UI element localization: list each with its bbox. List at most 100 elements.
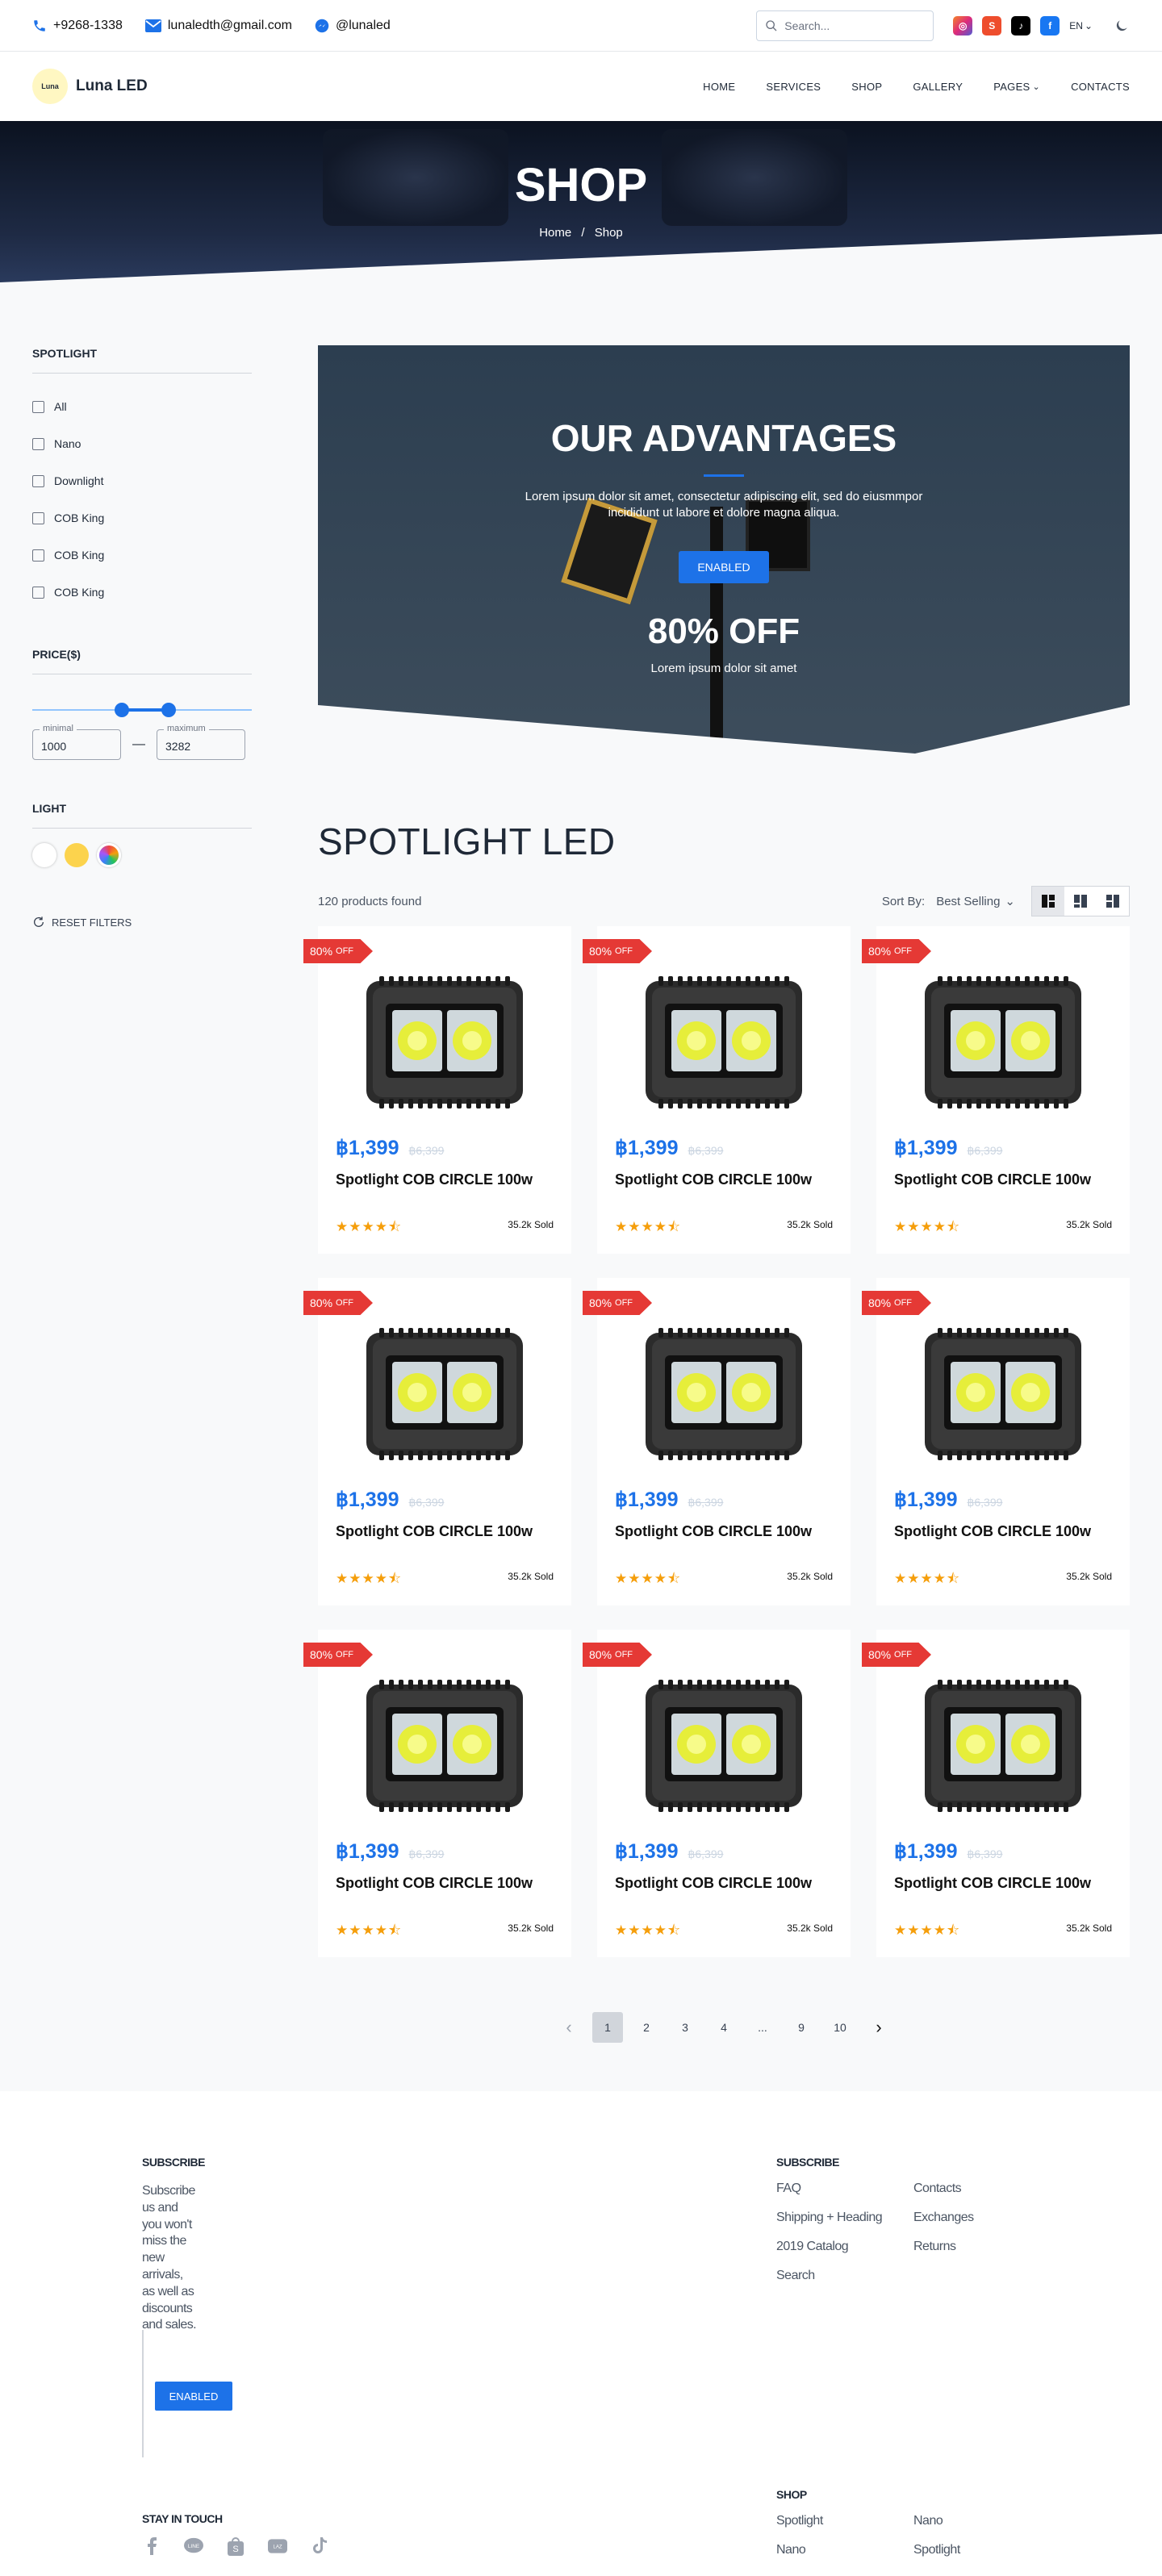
nav-item-contacts[interactable]: CONTACTS [1071, 81, 1130, 93]
footer-link[interactable]: FAQ [776, 2181, 913, 2196]
product-name[interactable]: Spotlight COB CIRCLE 100w [336, 1523, 533, 1540]
promo-divider [704, 474, 744, 477]
nav-item-shop[interactable]: SHOP [851, 81, 882, 93]
product-image[interactable] [362, 973, 528, 1112]
sort-select[interactable]: Best Selling ⌄ [936, 894, 1015, 909]
slider-max-handle[interactable] [161, 703, 176, 717]
product-name[interactable]: Spotlight COB CIRCLE 100w [615, 1875, 812, 1892]
footer-shop-link[interactable]: Nano [913, 2514, 986, 2528]
nav-item-services[interactable]: SERVICES [766, 81, 821, 93]
category-checkbox[interactable]: All [32, 388, 252, 425]
instagram-icon[interactable]: ◎ [953, 15, 973, 35]
dark-mode-icon[interactable] [1114, 18, 1130, 34]
checkbox[interactable] [32, 474, 44, 487]
language-select[interactable]: EN ⌄ [1069, 20, 1093, 31]
footer-link[interactable]: Exchanges [913, 2211, 986, 2225]
product-card[interactable]: 80% OFF ฿1,399 ฿6,399 Spotlight COB CIRCLE 1… [303, 926, 571, 1254]
facebook-icon[interactable]: f [1040, 15, 1060, 35]
reset-filters-button[interactable]: RESET FILTERS [32, 916, 252, 929]
product-image[interactable] [920, 1325, 1086, 1463]
price-range-slider[interactable] [32, 692, 252, 724]
product-name[interactable]: Spotlight COB CIRCLE 100w [894, 1523, 1091, 1540]
product-name[interactable]: Spotlight COB CIRCLE 100w [336, 1171, 533, 1188]
page-number[interactable]: 4 [708, 2012, 739, 2043]
max-price-input[interactable]: maximum 3282 [157, 724, 245, 760]
product-card[interactable]: 80% OFF ฿1,399 ฿6,399 Spotlight COB CIRCLE 1… [862, 926, 1130, 1254]
shopee-icon[interactable]: S [982, 15, 1002, 35]
footer-subscribe-button[interactable]: ENABLED [155, 2382, 232, 2411]
product-name[interactable]: Spotlight COB CIRCLE 100w [894, 1875, 1091, 1892]
nav-item-home[interactable]: HOME [703, 81, 735, 93]
product-image[interactable] [362, 1325, 528, 1463]
footer-link[interactable]: 2019 Catalog [776, 2240, 913, 2254]
tiktok-icon[interactable] [310, 2536, 329, 2556]
footer-link[interactable]: Contacts [913, 2181, 986, 2196]
slider-min-handle[interactable] [115, 703, 129, 717]
swatch-rgb[interactable] [97, 843, 121, 867]
product-image[interactable] [641, 1325, 807, 1463]
product-card[interactable]: 80% OFF ฿1,399 ฿6,399 Spotlight COB CIRCLE 1… [303, 1630, 571, 1957]
product-image[interactable] [362, 1676, 528, 1815]
footer-link[interactable]: Returns [913, 2240, 986, 2254]
product-name[interactable]: Spotlight COB CIRCLE 100w [615, 1523, 812, 1540]
product-name[interactable]: Spotlight COB CIRCLE 100w [336, 1875, 533, 1892]
phone-contact[interactable]: +9268-1338 [32, 19, 123, 33]
product-card[interactable]: 80% OFF ฿1,399 ฿6,399 Spotlight COB CIRCLE 1… [583, 926, 851, 1254]
swatch-white[interactable] [32, 843, 56, 867]
site-footer: SUBSCRIBE Subscribe us and you won't mis… [0, 2091, 1162, 2576]
product-name[interactable]: Spotlight COB CIRCLE 100w [894, 1171, 1091, 1188]
footer-link[interactable]: Shipping + Heading [776, 2211, 913, 2225]
checkbox[interactable] [32, 586, 44, 599]
swatch-warm[interactable] [65, 843, 89, 867]
page-number[interactable]: 2 [631, 2012, 662, 2043]
category-checkbox[interactable]: Downlight [32, 462, 252, 499]
grid-view-large-icon[interactable] [1032, 887, 1064, 916]
product-image[interactable] [641, 973, 807, 1112]
category-checkbox[interactable]: Nano [32, 425, 252, 462]
email-contact[interactable]: lunaledth@gmail.com [144, 19, 292, 33]
tiktok-icon[interactable]: ♪ [1011, 15, 1031, 35]
messenger-contact[interactable]: @lunaled [315, 19, 391, 33]
footer-link[interactable]: Search [776, 2269, 913, 2283]
grid-view-medium-icon[interactable] [1064, 887, 1097, 916]
category-checkbox[interactable]: COB King [32, 574, 252, 611]
product-card[interactable]: 80% OFF ฿1,399 ฿6,399 Spotlight COB CIRCLE 1… [583, 1278, 851, 1605]
facebook-icon[interactable] [142, 2536, 161, 2556]
category-checkbox[interactable]: COB King [32, 536, 252, 574]
page-number[interactable]: 1 [592, 2012, 623, 2043]
shopee-icon[interactable]: S [226, 2536, 245, 2556]
discount-badge: 80% OFF [303, 939, 373, 963]
prev-page-button[interactable]: ‹ [554, 2012, 584, 2043]
product-card[interactable]: 80% OFF ฿1,399 ฿6,399 Spotlight COB CIRCLE 1… [583, 1630, 851, 1957]
checkbox[interactable] [32, 437, 44, 450]
footer-shop-link[interactable]: Spotlight [776, 2514, 913, 2528]
line-icon[interactable]: LINE [184, 2536, 203, 2556]
product-card[interactable]: 80% OFF ฿1,399 ฿6,399 Spotlight COB CIRCLE 1… [862, 1630, 1130, 1957]
product-image[interactable] [920, 973, 1086, 1112]
light-swatches [32, 843, 252, 867]
min-price-input[interactable]: minimal 1000 [32, 724, 121, 760]
checkbox[interactable] [32, 511, 44, 524]
lazada-icon[interactable]: LAZ [268, 2536, 287, 2556]
product-name[interactable]: Spotlight COB CIRCLE 100w [615, 1171, 812, 1188]
product-card[interactable]: 80% OFF ฿1,399 ฿6,399 Spotlight COB CIRCLE 1… [303, 1278, 571, 1605]
product-image[interactable] [920, 1676, 1086, 1815]
search-input[interactable]: Search... [756, 10, 934, 41]
next-page-button[interactable]: › [863, 2012, 894, 2043]
nav-item-pages[interactable]: PAGES ⌄ [993, 81, 1040, 93]
page-number[interactable]: 3 [670, 2012, 700, 2043]
footer-shop-link[interactable]: Nano [776, 2543, 913, 2557]
page-number[interactable]: 10 [825, 2012, 855, 2043]
product-card[interactable]: 80% OFF ฿1,399 ฿6,399 Spotlight COB CIRCLE 1… [862, 1278, 1130, 1605]
page-number[interactable]: 9 [786, 2012, 817, 2043]
grid-view-small-icon[interactable] [1097, 887, 1129, 916]
checkbox[interactable] [32, 549, 44, 562]
footer-shop-link[interactable]: Spotlight [913, 2543, 986, 2557]
nav-item-gallery[interactable]: GALLERY [913, 81, 963, 93]
nav-menu: HOME SERVICES SHOP GALLERY PAGES ⌄ CONTAC… [703, 81, 1130, 93]
brand-logo[interactable]: Luna Luna LED [32, 69, 148, 104]
product-image[interactable] [641, 1676, 807, 1815]
checkbox[interactable] [32, 400, 44, 413]
category-checkbox[interactable]: COB King [32, 499, 252, 536]
promo-button[interactable]: ENABLED [679, 551, 769, 583]
